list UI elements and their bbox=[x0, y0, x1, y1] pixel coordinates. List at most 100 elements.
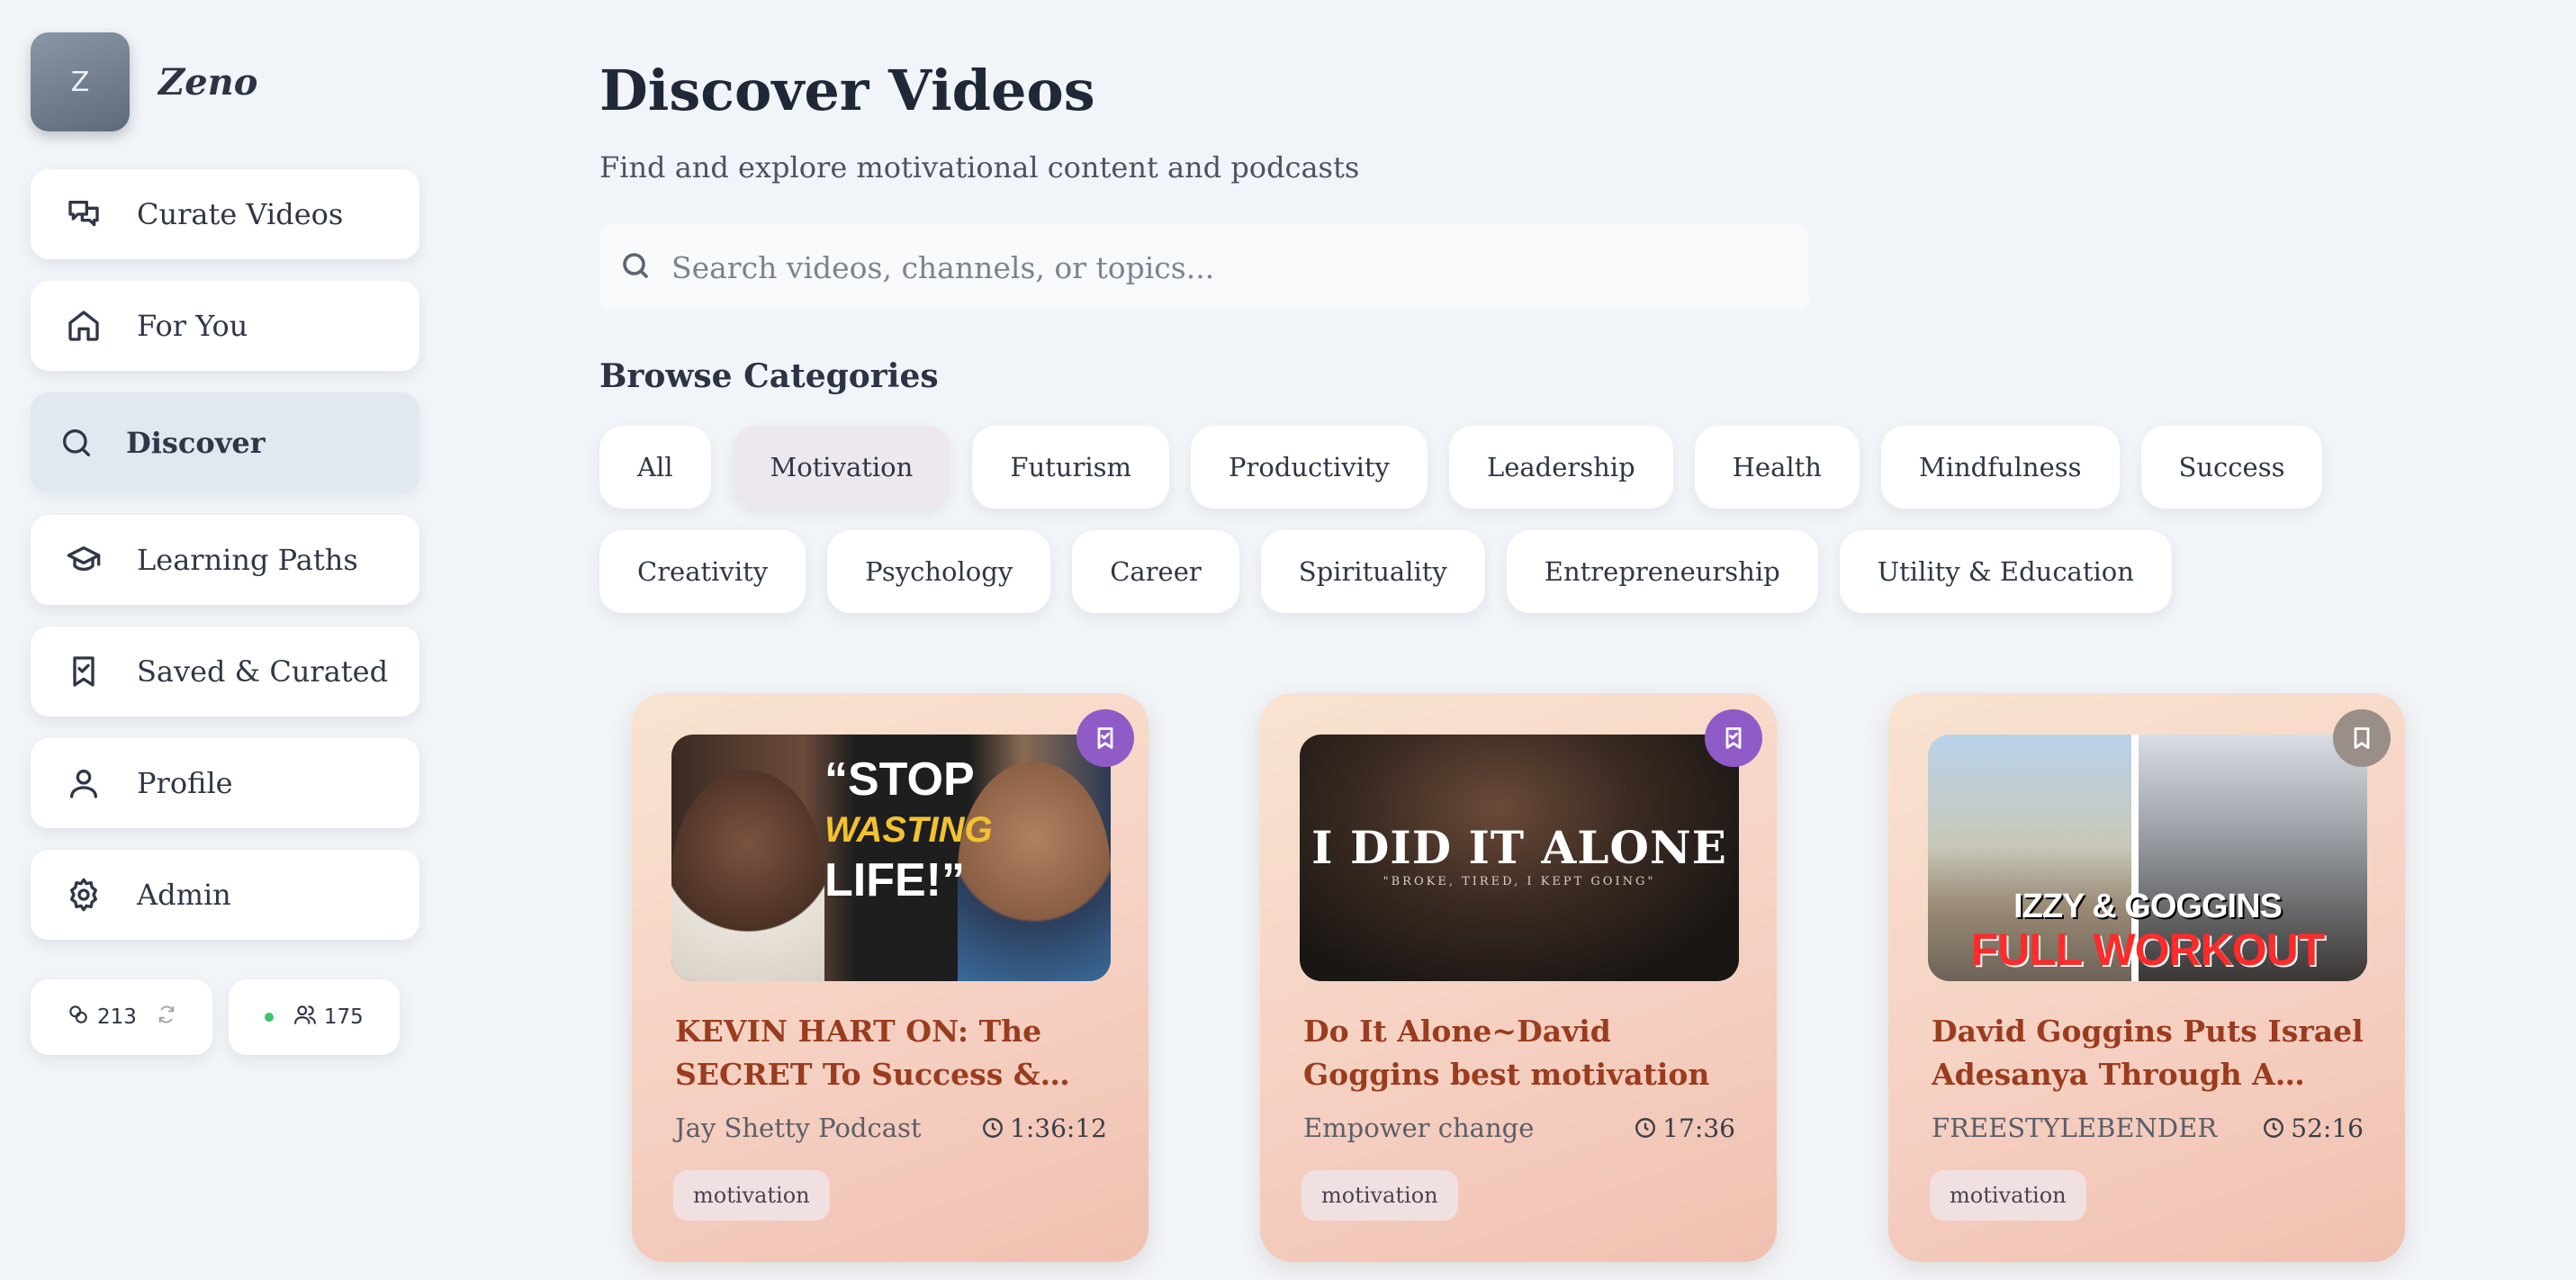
video-thumbnail[interactable]: “STOP WASTING LIFE!” bbox=[671, 735, 1111, 981]
channel-name[interactable]: Empower change bbox=[1303, 1113, 1534, 1143]
video-meta: FREESTYLEBENDER 52:16 bbox=[1932, 1113, 2364, 1143]
search-icon bbox=[58, 424, 95, 462]
category-chip-productivity[interactable]: Productivity bbox=[1190, 426, 1428, 509]
bookmark-check-icon bbox=[65, 653, 103, 690]
categories-title: Browse Categories bbox=[599, 357, 939, 395]
category-chip-psychology[interactable]: Psychology bbox=[827, 530, 1051, 613]
bookmark-button[interactable] bbox=[1076, 709, 1134, 767]
clock-icon bbox=[1635, 1118, 1656, 1138]
duration-text: 1:36:12 bbox=[1010, 1113, 1107, 1143]
video-tag[interactable]: motivation bbox=[1302, 1170, 1458, 1221]
channel-name[interactable]: Jay Shetty Podcast bbox=[675, 1113, 922, 1143]
video-tag[interactable]: motivation bbox=[1930, 1170, 2086, 1221]
thumbnail-text: FULL WORKOUT bbox=[1970, 924, 2326, 975]
thumbnail-text: "BROKE, TIRED, I KEPT GOING" bbox=[1383, 875, 1656, 888]
search-bar[interactable] bbox=[599, 224, 1809, 311]
video-card[interactable]: I DID IT ALONE "BROKE, TIRED, I KEPT GOI… bbox=[1260, 693, 1777, 1262]
search-icon bbox=[619, 249, 652, 285]
category-chip-career[interactable]: Career bbox=[1072, 530, 1239, 613]
video-title[interactable]: KEVIN HART ON: The SECRET To Success & H… bbox=[675, 1010, 1116, 1096]
online-dot-icon bbox=[264, 1013, 274, 1022]
duration: 1:36:12 bbox=[981, 1113, 1107, 1143]
search-input[interactable] bbox=[671, 249, 1752, 285]
brand: Z Zeno bbox=[31, 32, 419, 131]
bookmark-button[interactable] bbox=[1705, 709, 1762, 767]
link-icon bbox=[67, 1003, 90, 1032]
main-content: Discover Videos Find and explore motivat… bbox=[599, 58, 2535, 613]
thumbnail-text: LIFE!” bbox=[824, 854, 965, 906]
sidebar-item-admin[interactable]: Admin bbox=[31, 850, 419, 940]
category-chip-creativity[interactable]: Creativity bbox=[599, 530, 806, 613]
links-stat[interactable]: 213 bbox=[31, 979, 212, 1055]
links-count: 213 bbox=[97, 1005, 137, 1029]
brand-logo[interactable]: Z bbox=[31, 32, 130, 131]
video-title[interactable]: David Goggins Puts Israel Adesanya Throu… bbox=[1932, 1010, 2373, 1096]
video-title[interactable]: Do It Alone~David Goggins best motivatio… bbox=[1303, 1010, 1744, 1096]
users-count: 175 bbox=[323, 1005, 364, 1029]
sidebar-item-saved-curated[interactable]: Saved & Curated bbox=[31, 626, 419, 717]
duration: 17:36 bbox=[1634, 1113, 1735, 1143]
person-silhouette bbox=[671, 771, 824, 981]
sidebar-item-discover[interactable]: Discover bbox=[31, 392, 419, 493]
stats-bar: 213 175 bbox=[31, 979, 419, 1055]
sidebar-item-curate-videos[interactable]: Curate Videos bbox=[31, 169, 419, 259]
sidebar-item-label: Saved & Curated bbox=[137, 654, 389, 689]
thumbnail-text: WASTING bbox=[824, 810, 993, 850]
bookmark-check-icon bbox=[1725, 727, 1742, 749]
graduation-cap-icon bbox=[65, 541, 103, 579]
home-icon bbox=[65, 307, 103, 345]
category-chip-utility-education[interactable]: Utility & Education bbox=[1839, 530, 2172, 613]
users-stat[interactable]: 175 bbox=[228, 979, 400, 1055]
brand-name: Zeno bbox=[158, 60, 258, 104]
bookmark-button[interactable] bbox=[2333, 709, 2391, 767]
category-chips: All Motivation Futurism Productivity Lea… bbox=[599, 426, 2535, 613]
chat-bubbles-icon bbox=[65, 195, 103, 233]
category-chip-motivation[interactable]: Motivation bbox=[732, 426, 951, 509]
category-chip-entrepreneurship[interactable]: Entrepreneurship bbox=[1506, 530, 1818, 613]
category-chip-futurism[interactable]: Futurism bbox=[972, 426, 1169, 509]
category-chip-leadership[interactable]: Leadership bbox=[1448, 426, 1673, 509]
video-tag[interactable]: motivation bbox=[673, 1170, 830, 1221]
thumbnail-text: IZZY & GOGGINS bbox=[2013, 888, 2283, 925]
user-icon bbox=[65, 764, 103, 802]
category-chip-success[interactable]: Success bbox=[2140, 426, 2323, 509]
video-thumbnail[interactable]: IZZY & GOGGINS FULL WORKOUT bbox=[1928, 735, 2367, 981]
thumbnail-text: I DID IT ALONE bbox=[1311, 821, 1727, 874]
clock-icon bbox=[983, 1118, 1003, 1138]
gear-icon bbox=[65, 876, 103, 914]
duration: 52:16 bbox=[2262, 1113, 2364, 1143]
sidebar-item-label: Admin bbox=[137, 878, 231, 912]
page-subtitle: Find and explore motivational content an… bbox=[599, 150, 1360, 185]
thumbnail-text: “STOP bbox=[824, 753, 975, 806]
video-meta: Empower change 17:36 bbox=[1303, 1113, 1735, 1143]
sidebar-item-label: Discover bbox=[126, 426, 266, 460]
category-chip-spirituality[interactable]: Spirituality bbox=[1260, 530, 1485, 613]
video-grid: “STOP WASTING LIFE!” KEVIN HART ON: The … bbox=[632, 693, 2405, 1262]
users-icon bbox=[293, 1003, 317, 1032]
sidebar: Z Zeno Curate Videos For You Discover Le… bbox=[31, 32, 419, 1055]
sidebar-item-label: Curate Videos bbox=[137, 197, 344, 231]
sidebar-item-for-you[interactable]: For You bbox=[31, 281, 419, 371]
video-meta: Jay Shetty Podcast 1:36:12 bbox=[675, 1113, 1107, 1143]
video-card[interactable]: “STOP WASTING LIFE!” KEVIN HART ON: The … bbox=[632, 693, 1148, 1262]
person-silhouette bbox=[958, 762, 1111, 981]
bookmark-icon bbox=[2354, 727, 2370, 749]
sidebar-nav: Curate Videos For You Discover Learning … bbox=[31, 169, 419, 940]
page-title: Discover Videos bbox=[599, 58, 1095, 123]
duration-text: 17:36 bbox=[1662, 1113, 1735, 1143]
sidebar-item-label: Learning Paths bbox=[137, 543, 358, 577]
duration-text: 52:16 bbox=[2291, 1113, 2364, 1143]
sidebar-item-label: For You bbox=[137, 309, 248, 343]
sidebar-item-learning-paths[interactable]: Learning Paths bbox=[31, 515, 419, 605]
video-thumbnail[interactable]: I DID IT ALONE "BROKE, TIRED, I KEPT GOI… bbox=[1300, 735, 1739, 981]
video-card[interactable]: IZZY & GOGGINS FULL WORKOUT David Goggin… bbox=[1888, 693, 2405, 1262]
refresh-icon[interactable] bbox=[137, 1005, 176, 1030]
category-chip-all[interactable]: All bbox=[599, 426, 711, 509]
category-chip-mindfulness[interactable]: Mindfulness bbox=[1881, 426, 2120, 509]
sidebar-item-profile[interactable]: Profile bbox=[31, 738, 419, 828]
clock-icon bbox=[2264, 1118, 2284, 1138]
sidebar-item-label: Profile bbox=[137, 766, 233, 800]
bookmark-check-icon bbox=[1097, 727, 1113, 749]
category-chip-health[interactable]: Health bbox=[1694, 426, 1860, 509]
channel-name[interactable]: FREESTYLEBENDER bbox=[1932, 1113, 2217, 1143]
